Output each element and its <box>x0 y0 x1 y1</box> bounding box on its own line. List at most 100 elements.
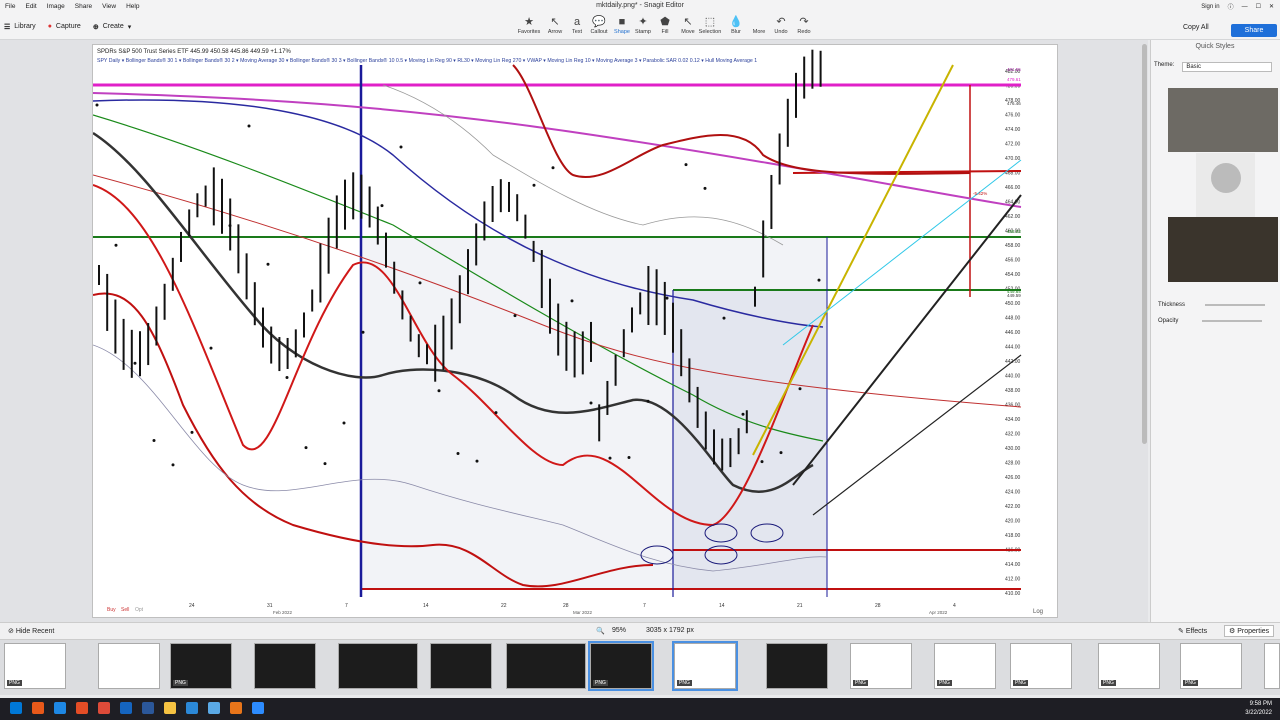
signin-link[interactable]: Sign in <box>1201 4 1219 10</box>
thumbnail[interactable]: PNG <box>1010 643 1072 689</box>
properties-button[interactable]: ⚙ Properties <box>1224 625 1275 637</box>
sar-dot <box>418 281 422 285</box>
explorer-icon[interactable] <box>164 702 176 714</box>
thumbnail[interactable] <box>430 643 492 689</box>
snagit-icon[interactable] <box>208 702 220 714</box>
menu-share[interactable]: Share <box>70 3 97 10</box>
thumbnail[interactable] <box>506 643 586 689</box>
word-icon[interactable] <box>142 702 154 714</box>
sar-dot <box>589 401 593 405</box>
clock-time: 9:58 PM <box>1249 701 1272 707</box>
image-size[interactable]: 3035 x 1792 px <box>646 627 694 634</box>
log-label: Log <box>1033 609 1043 615</box>
edge-icon[interactable] <box>54 702 66 714</box>
thickness-label: Thickness <box>1158 302 1186 308</box>
sar-dot <box>741 412 745 416</box>
vertical-scrollbar[interactable] <box>1142 44 1147 444</box>
menu-edit[interactable]: Edit <box>20 3 41 10</box>
style-properties: Thickness7 Opacity25 <box>1158 298 1280 330</box>
chart-header: SPDRs S&P 500 Trust Series ETF 445.99 45… <box>97 49 292 55</box>
tool-label: Favorites <box>517 29 541 35</box>
thickness-slider[interactable] <box>1205 304 1266 306</box>
thumbnail[interactable]: PNG <box>170 643 232 689</box>
tool-selection[interactable]: ⬚ Selection <box>697 15 723 35</box>
price-tick-label: 410.00 <box>1005 591 1021 597</box>
menu-view[interactable]: View <box>97 3 121 10</box>
brave-icon[interactable] <box>32 702 44 714</box>
tool-label: Fill <box>661 29 669 35</box>
chrome-icon[interactable] <box>98 702 110 714</box>
sar-dot <box>760 460 764 464</box>
thumbnail[interactable]: PNG <box>4 643 66 689</box>
sar-dot <box>247 124 251 128</box>
chart-image[interactable]: SPDRs S&P 500 Trust Series ETF 445.99 45… <box>92 44 1058 618</box>
png-badge: PNG <box>937 680 952 686</box>
library-button[interactable]: ☰ Library <box>4 23 36 31</box>
tool-label: Undo <box>774 29 788 35</box>
thumbnail[interactable]: PNG <box>934 643 996 689</box>
price-tick-label: 430.00 <box>1005 446 1021 452</box>
menu-image[interactable]: Image <box>42 3 70 10</box>
minimize-button[interactable]: — <box>1242 4 1248 10</box>
thumbnail[interactable] <box>766 643 828 689</box>
theme-select[interactable]: Basic <box>1182 62 1273 72</box>
png-badge: PNG <box>173 680 188 686</box>
sar-dot <box>171 463 175 467</box>
thumbnail[interactable]: PNG <box>1098 643 1160 689</box>
tool-redo[interactable]: ↷ Redo <box>791 15 817 35</box>
png-badge: PNG <box>1101 680 1116 686</box>
firefox-icon[interactable] <box>76 702 88 714</box>
app-icon[interactable] <box>230 702 242 714</box>
png-badge: PNG <box>853 680 868 686</box>
price-tick-label: 462.00 <box>1005 214 1021 220</box>
webcam-avatar <box>1196 153 1255 217</box>
opacity-slider[interactable] <box>1202 320 1263 322</box>
windows-icon[interactable] <box>10 702 22 714</box>
calculator-icon[interactable] <box>120 702 132 714</box>
plus-icon: ⊕ <box>92 23 99 31</box>
price-tick-label: 476.00 <box>1005 113 1021 119</box>
left-buttons: ☰ Library ● Capture ⊕ Create ▾ <box>4 13 131 40</box>
create-button[interactable]: ⊕ Create ▾ <box>93 23 131 31</box>
outlook-icon[interactable] <box>186 702 198 714</box>
opt-label: Opt <box>135 607 144 613</box>
thumbnail[interactable]: PNG <box>850 643 912 689</box>
zoom-icon[interactable] <box>252 702 264 714</box>
hide-recent-button[interactable]: ⊘ Hide Recent <box>8 627 54 635</box>
copy-all-button[interactable]: Copy All <box>1183 24 1209 31</box>
maximize-button[interactable]: ☐ <box>1256 3 1261 10</box>
indicator-line <box>382 84 784 246</box>
zoom-select[interactable]: 95% <box>612 627 626 634</box>
sar-dot <box>570 299 574 303</box>
thumbnail[interactable] <box>254 643 316 689</box>
price-tick-label: 432.00 <box>1005 432 1021 438</box>
thumbnail[interactable] <box>98 643 160 689</box>
search-icon[interactable]: 🔍 <box>596 627 605 635</box>
price-flag: 449.59 <box>1007 293 1021 298</box>
effects-button[interactable]: ✎ Effects <box>1178 627 1207 635</box>
date-tick-label: 21 <box>797 603 803 609</box>
thumbnail[interactable]: PNG <box>1180 643 1242 689</box>
sar-dot <box>722 316 726 320</box>
info-icon[interactable]: ⓘ <box>1228 2 1234 11</box>
thumbnail[interactable]: PNG <box>588 641 654 691</box>
tool-label: More <box>752 29 766 35</box>
menu-help[interactable]: Help <box>121 3 144 10</box>
share-button[interactable]: Share <box>1231 24 1277 37</box>
thumbnail[interactable] <box>338 643 418 689</box>
sar-dot <box>817 278 821 282</box>
sar-dot <box>779 451 783 455</box>
menu-file[interactable]: File <box>0 3 20 10</box>
tool-label: Shape <box>614 29 630 35</box>
capture-button[interactable]: ● Capture <box>48 23 81 30</box>
indicator-line <box>92 92 1022 208</box>
quick-styles-title: Quick Styles <box>1195 43 1235 50</box>
tool-favorites[interactable]: ★ Favorites <box>516 15 542 35</box>
thumbnail[interactable] <box>1264 643 1280 689</box>
close-button[interactable]: ✕ <box>1269 3 1274 10</box>
thumbnail[interactable]: PNG <box>672 641 738 691</box>
sar-dot <box>342 421 346 425</box>
chart-legend: SPY Daily ▾ Bollinger Bands® 30 1 ▾ Boll… <box>97 57 757 64</box>
price-tick-label: 438.00 <box>1005 388 1021 394</box>
price-tick-label: 420.00 <box>1005 519 1021 525</box>
